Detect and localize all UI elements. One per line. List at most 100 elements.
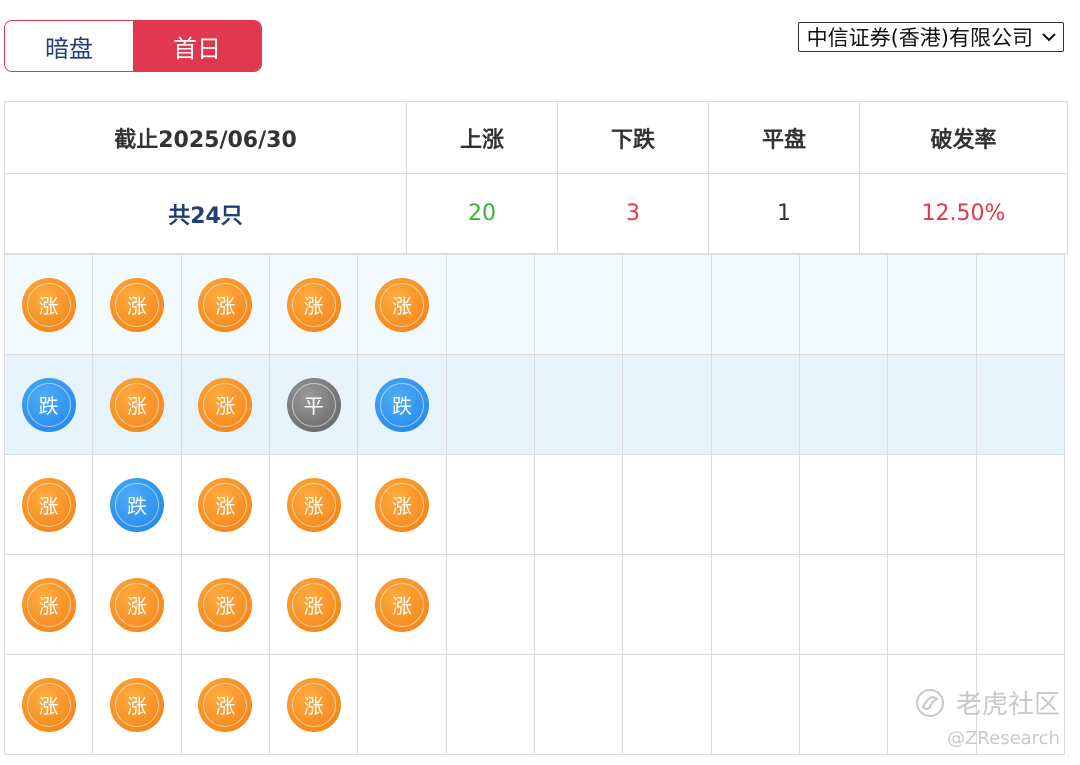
summary-value-row: 共24只 20 3 1 12.50% [4,173,1068,254]
coin-up-icon[interactable]: 涨 [286,677,341,732]
watermark-handle: @ZResearch [947,728,1060,749]
grid-cell [446,655,535,755]
grid-cell [800,555,889,655]
coin-label: 跌 [126,494,147,518]
coin-label: 涨 [38,494,59,518]
coin-up-icon[interactable]: 涨 [374,277,429,332]
coin-up-icon[interactable]: 涨 [374,477,429,532]
grid-cell: 跌 [93,455,182,555]
summary-table: 截止2025/06/30 上涨 下跌 平盘 破发率 共24只 20 3 1 12… [4,101,1068,254]
date-header: 截止2025/06/30 [4,101,407,174]
coin-up-icon[interactable]: 涨 [109,377,164,432]
watermark: 老虎社区 [914,684,1060,721]
coin-up-icon[interactable]: 涨 [286,577,341,632]
grid-cell [976,255,1065,355]
coin-label: 涨 [391,494,412,518]
coin-down-icon[interactable]: 跌 [374,377,429,432]
chevron-down-icon [1042,33,1056,42]
coin-label: 涨 [126,394,147,418]
coin-label: 涨 [391,294,412,318]
toggle-first-day[interactable]: 首日 [133,21,261,71]
coin-label: 涨 [215,594,236,618]
flat-count: 1 [708,173,860,254]
grid-cell [623,655,712,755]
down-count: 3 [557,173,709,254]
coin-label: 涨 [38,294,59,318]
coin-up-icon[interactable]: 涨 [286,277,341,332]
coin-up-icon[interactable]: 涨 [198,677,253,732]
coin-label: 涨 [303,694,324,718]
grid-cell [888,355,977,455]
coin-up-icon[interactable]: 涨 [374,577,429,632]
grid-cell: 涨 [5,655,94,755]
grid-cell: 涨 [270,655,359,755]
toggle-dark-pool[interactable]: 暗盘 [5,21,133,71]
coin-flat-icon[interactable]: 平 [286,377,341,432]
coin-down-icon[interactable]: 跌 [109,477,164,532]
grid-cell [535,555,624,655]
coin-up-icon[interactable]: 涨 [198,577,253,632]
coin-up-icon[interactable]: 涨 [21,577,76,632]
summary-header-row: 截止2025/06/30 上涨 下跌 平盘 破发率 [4,101,1068,174]
grid-cell [800,455,889,555]
coin-label: 涨 [38,594,59,618]
grid-cell: 涨 [5,455,94,555]
coin-label: 涨 [215,494,236,518]
coin-label: 涨 [391,594,412,618]
coin-down-icon[interactable]: 跌 [21,377,76,432]
coin-up-icon[interactable]: 涨 [21,477,76,532]
grid-cell [976,455,1065,555]
coin-up-icon[interactable]: 涨 [109,277,164,332]
grid-cell [711,255,800,355]
market-toggle: 暗盘 首日 [4,20,262,72]
ipo-result-grid: 涨涨涨涨涨跌涨涨平跌涨跌涨涨涨涨涨涨涨涨涨涨涨涨 [4,254,1065,755]
grid-cell: 涨 [181,455,270,555]
grid-cell [446,355,535,455]
coin-up-icon[interactable]: 涨 [21,677,76,732]
grid-cell [800,255,889,355]
coin-up-icon[interactable]: 涨 [198,377,253,432]
grid-cell [800,655,889,755]
grid-cell [888,555,977,655]
coin-label: 平 [303,394,324,418]
coin-label: 涨 [303,594,324,618]
grid-cell [711,655,800,755]
grid-cell [888,255,977,355]
grid-cell: 涨 [181,655,270,755]
coin-up-icon[interactable]: 涨 [109,577,164,632]
grid-cell: 涨 [93,255,182,355]
coin-up-icon[interactable]: 涨 [109,677,164,732]
grid-cell [535,355,624,455]
grid-cell: 涨 [181,255,270,355]
grid-cell: 跌 [358,355,447,455]
up-count: 20 [406,173,558,254]
coin-up-icon[interactable]: 涨 [198,477,253,532]
grid-cell [711,455,800,555]
grid-cell [446,255,535,355]
grid-cell [535,455,624,555]
coin-up-icon[interactable]: 涨 [286,477,341,532]
coin-label: 涨 [215,394,236,418]
grid-cell: 涨 [5,255,94,355]
grid-cell: 涨 [270,255,359,355]
grid-cell: 涨 [270,555,359,655]
grid-cell: 跌 [5,355,94,455]
broker-select[interactable]: 中信证券(香港)有限公司 [797,22,1064,52]
grid-cell: 涨 [358,555,447,655]
grid-cell: 涨 [270,455,359,555]
grid-cell [623,355,712,455]
grid-cell [976,555,1065,655]
coin-label: 涨 [126,694,147,718]
grid-cell: 涨 [358,455,447,555]
coin-label: 跌 [38,394,59,418]
coin-up-icon[interactable]: 涨 [21,277,76,332]
grid-cell [623,555,712,655]
break-rate-header: 破发率 [859,101,1068,174]
coin-label: 涨 [303,294,324,318]
grid-cell [711,355,800,455]
grid-cell: 涨 [358,255,447,355]
up-header: 上涨 [406,101,558,174]
grid-cell [446,455,535,555]
coin-up-icon[interactable]: 涨 [198,277,253,332]
down-header: 下跌 [557,101,709,174]
